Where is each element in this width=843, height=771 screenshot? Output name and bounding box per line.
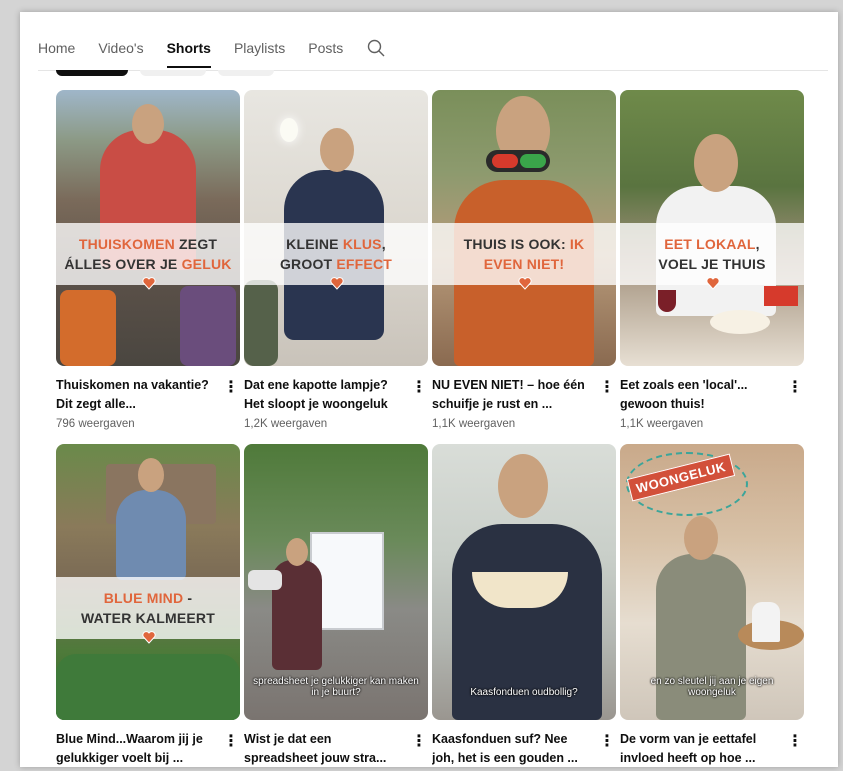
more-options-icon[interactable]: ⋮ [411, 378, 427, 396]
cheese-plate [710, 310, 770, 334]
short-title[interactable]: Blue Mind...Waarom jij je gelukkiger voe… [56, 730, 216, 767]
short-card: EET LOKAAL, VOEL JE THUIS Eet zoals een … [620, 90, 804, 438]
toggle-red [492, 154, 518, 168]
lily-pads [56, 654, 240, 720]
short-thumbnail[interactable]: THUISKOMEN ZEGT ÁLLES OVER JE GELUK [56, 90, 240, 366]
more-options-icon[interactable]: ⋮ [599, 378, 615, 396]
person-head [694, 134, 738, 192]
heart-logo-icon [142, 631, 156, 644]
short-card: WOONGELUK en zo sleutel jij aan je eigen… [620, 444, 804, 767]
person-head [138, 458, 164, 492]
person-head [132, 104, 164, 144]
short-thumbnail[interactable]: THUIS IS OOK: IK EVEN NIET! [432, 90, 616, 366]
person-figure [116, 490, 186, 580]
light-bulb [280, 118, 298, 142]
flag [764, 286, 798, 306]
short-card: Kaasfonduen oudbollig? Kaasfonduen suf? … [432, 444, 616, 767]
video-caption: en zo sleutel jij aan je eigen woongeluk [650, 676, 774, 698]
short-thumbnail[interactable]: KLEINE KLUS, GROOT EFFECT [244, 90, 428, 366]
short-title[interactable]: Kaasfonduen suf? Nee joh, het is een gou… [432, 730, 592, 767]
video-caption: Kaasfonduen oudbollig? [470, 687, 578, 698]
short-card: spreadsheet je gelukkiger kan maken in j… [244, 444, 428, 767]
short-thumbnail[interactable]: WOONGELUK en zo sleutel jij aan je eigen… [620, 444, 804, 720]
heart-logo-icon [142, 277, 156, 290]
channel-tabs: Home Video's Shorts Playlists Posts [38, 34, 828, 71]
short-card: BLUE MIND - WATER KALMEERT Blue Mind...W… [56, 444, 240, 767]
view-count: 1,1K weergaven [620, 418, 704, 430]
short-card: KLEINE KLUS, GROOT EFFECT Dat ene kapott… [244, 90, 428, 438]
chip-popular[interactable] [140, 70, 206, 76]
more-options-icon[interactable]: ⋮ [411, 732, 427, 750]
person-head [320, 128, 354, 172]
wine-glass [658, 290, 676, 312]
suitcase-orange [60, 290, 116, 366]
tab-posts[interactable]: Posts [308, 34, 343, 67]
video-caption: spreadsheet je gelukkiger kan maken in j… [253, 676, 419, 698]
more-options-icon[interactable]: ⋮ [787, 378, 803, 396]
short-title[interactable]: Dat ene kapotte lampje? Het sloopt je wo… [244, 376, 404, 414]
car [248, 570, 282, 590]
view-count: 796 weergaven [56, 418, 135, 430]
tab-home[interactable]: Home [38, 34, 75, 67]
more-options-icon[interactable]: ⋮ [223, 378, 239, 396]
more-options-icon[interactable]: ⋮ [599, 732, 615, 750]
view-count: 1,1K weergaven [432, 418, 516, 430]
tab-videos[interactable]: Video's [98, 34, 143, 67]
short-title[interactable]: Thuiskomen na vakantie? Dit zegt alle... [56, 376, 216, 414]
short-thumbnail[interactable]: spreadsheet je gelukkiger kan maken in j… [244, 444, 428, 720]
heart-logo-icon [330, 277, 344, 290]
more-options-icon[interactable]: ⋮ [787, 732, 803, 750]
person-head [286, 538, 308, 566]
short-title[interactable]: Eet zoals een 'local'... gewoon thuis! [620, 376, 780, 414]
heart-logo-icon [518, 277, 532, 290]
search-icon[interactable] [366, 34, 386, 63]
plant [244, 280, 278, 366]
short-card: THUIS IS OOK: IK EVEN NIET! NU EVEN NIET… [432, 90, 616, 438]
tab-playlists[interactable]: Playlists [234, 34, 285, 67]
chip-latest[interactable] [56, 70, 128, 76]
toggle-green [520, 154, 546, 168]
short-thumbnail[interactable]: EET LOKAAL, VOEL JE THUIS [620, 90, 804, 366]
view-count: 1,2K weergaven [244, 418, 328, 430]
short-thumbnail[interactable]: BLUE MIND - WATER KALMEERT [56, 444, 240, 720]
chair [752, 602, 780, 642]
short-thumbnail[interactable]: Kaasfonduen oudbollig? [432, 444, 616, 720]
short-title[interactable]: De vorm van je eettafel invloed heeft op… [620, 730, 780, 767]
suitcase-purple [180, 286, 236, 366]
person-head [498, 454, 548, 518]
shorts-grid: THUISKOMEN ZEGT ÁLLES OVER JE GELUK Thui… [56, 90, 804, 767]
short-title[interactable]: NU EVEN NIET! – hoe één schuifje je rust… [432, 376, 592, 414]
short-card: THUISKOMEN ZEGT ÁLLES OVER JE GELUK Thui… [56, 90, 240, 438]
tab-shorts[interactable]: Shorts [166, 34, 212, 68]
heart-logo-icon [706, 277, 720, 290]
person-head [684, 516, 718, 560]
app-window: Home Video's Shorts Playlists Posts THUI… [20, 12, 838, 767]
short-title[interactable]: Wist je dat een spreadsheet jouw stra... [244, 730, 404, 767]
chip-oldest[interactable] [218, 70, 274, 76]
more-options-icon[interactable]: ⋮ [223, 732, 239, 750]
